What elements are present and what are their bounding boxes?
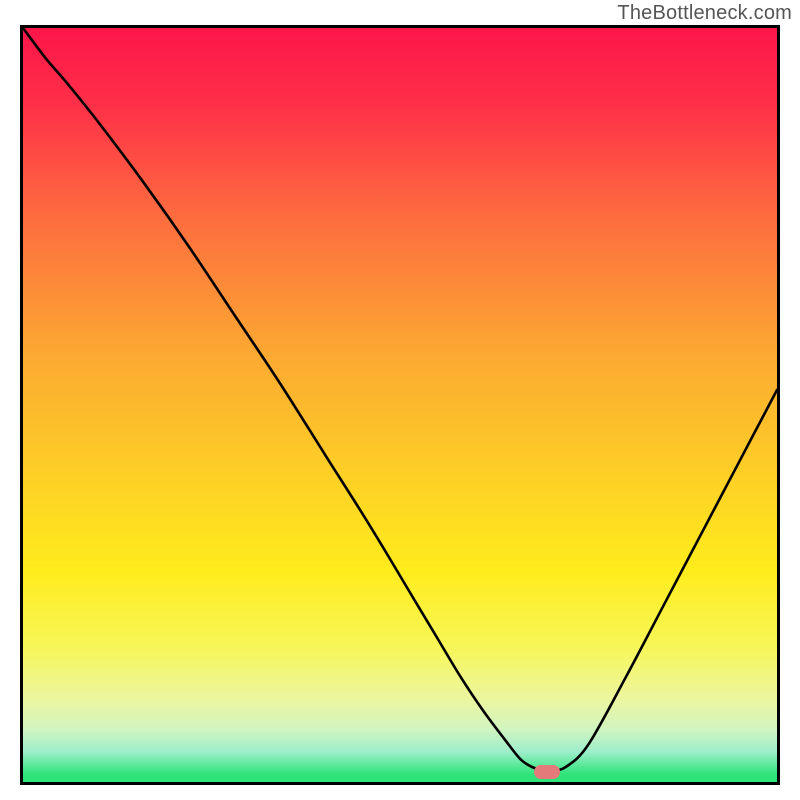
min-marker — [534, 765, 560, 779]
chart-container: TheBottleneck.com — [0, 0, 800, 800]
watermark-text: TheBottleneck.com — [617, 2, 792, 25]
curve-layer — [23, 28, 777, 782]
plot-frame — [20, 25, 780, 785]
bottleneck-curve — [23, 28, 777, 771]
